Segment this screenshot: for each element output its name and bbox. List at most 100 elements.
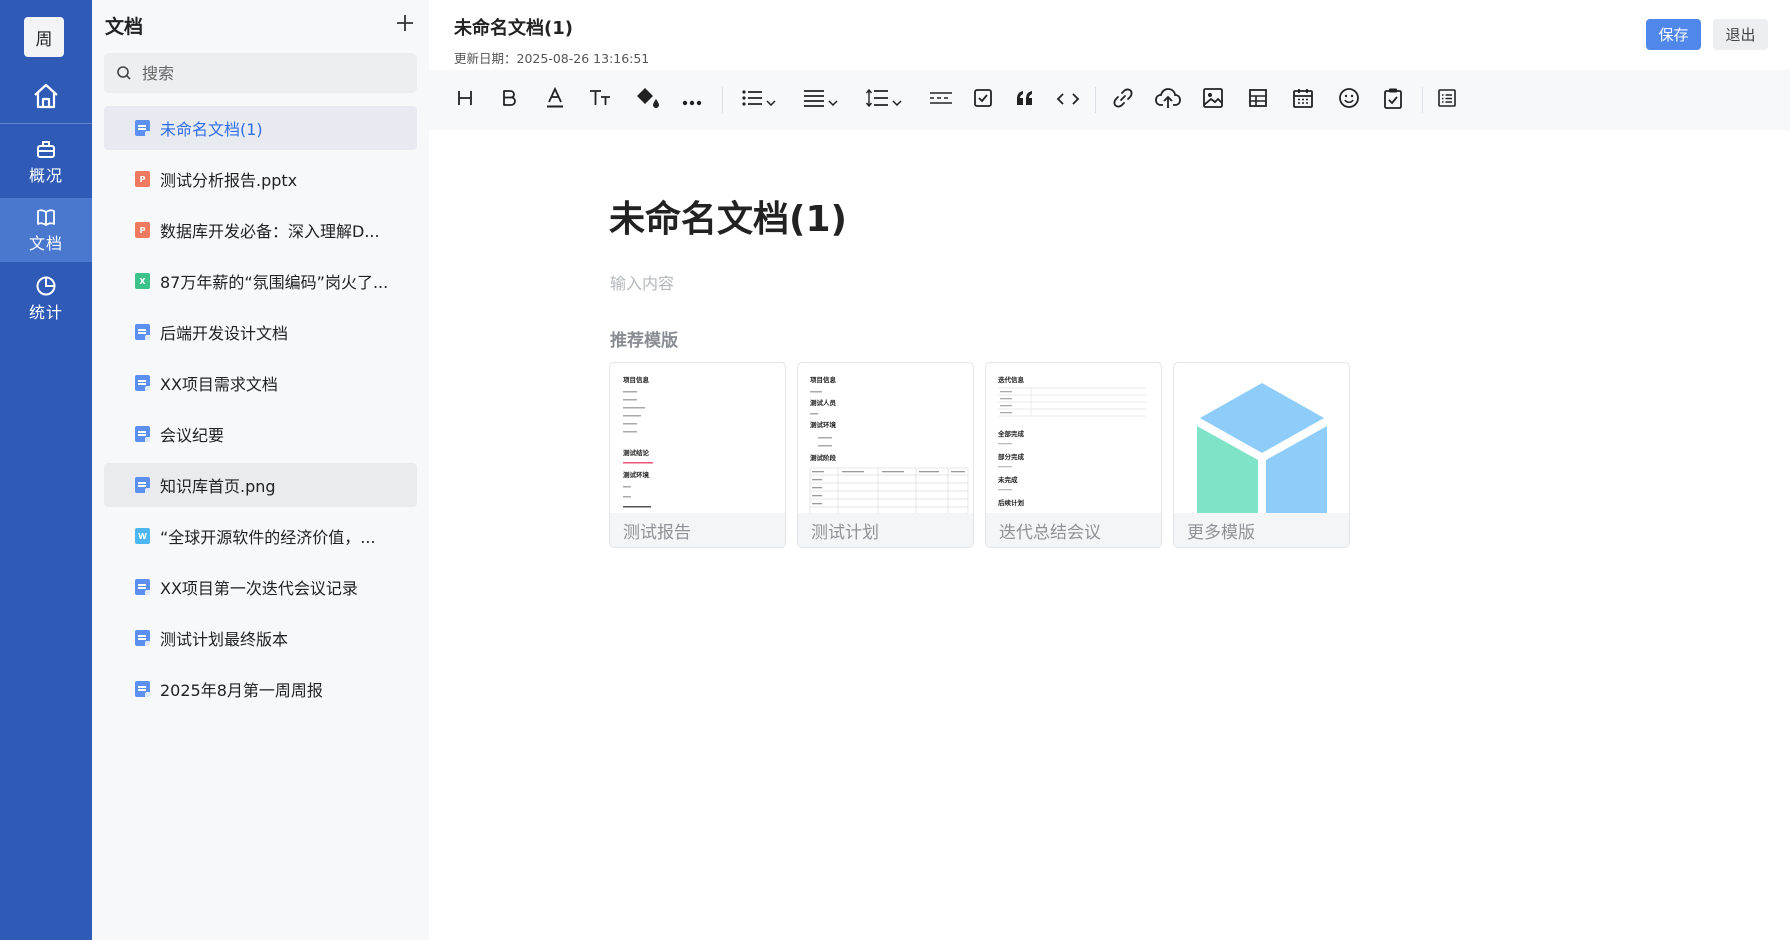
emoji-button[interactable] (1335, 84, 1363, 116)
doc-item[interactable]: XX项目第一次迭代会议记录 (104, 565, 417, 609)
divider-line-button[interactable] (927, 84, 955, 116)
svg-text:后续计划: 后续计划 (998, 498, 1025, 507)
rail-item-label: 概况 (28, 166, 63, 185)
toolbar-divider (1095, 87, 1096, 113)
bold-icon (499, 88, 519, 112)
bullet-list-icon (741, 88, 763, 112)
font-size-button[interactable] (585, 84, 615, 116)
doc-item[interactable]: 会议纪要 (104, 412, 417, 456)
doc-file-icon (135, 630, 150, 646)
editor-title[interactable]: 未命名文档(1) (609, 190, 847, 242)
rail-item-docs[interactable]: 文档 (0, 198, 92, 262)
svg-text:测试环境: 测试环境 (623, 470, 650, 479)
calendar-icon (1292, 87, 1314, 113)
template-name: 迭代总结会议 (986, 513, 1161, 547)
search-icon (116, 65, 132, 81)
pie-chart-icon (35, 275, 57, 297)
doc-item[interactable]: P 数据库开发必备：深入理解D... (104, 208, 417, 252)
bullet-list-button[interactable] (737, 84, 779, 116)
book-icon (35, 206, 57, 228)
table-button[interactable] (1244, 84, 1272, 116)
svg-text:项目信息: 项目信息 (810, 375, 837, 384)
doc-item[interactable]: 测试计划最终版本 (104, 616, 417, 660)
image-button[interactable] (1199, 84, 1227, 116)
rail-item-label: 统计 (28, 303, 63, 322)
checklist-button[interactable] (969, 84, 997, 116)
link-button[interactable] (1109, 84, 1137, 116)
more-icon (682, 91, 702, 110)
search-input[interactable] (142, 63, 402, 83)
chevron-down-icon (765, 91, 776, 110)
template-thumbnail: 项目信息 测试结论 测试环境 (623, 375, 653, 508)
svg-text:迭代信息: 迭代信息 (998, 375, 1025, 384)
rail-item-overview[interactable]: 概况 (0, 128, 92, 196)
doc-item[interactable]: 知识库首页.png (104, 463, 417, 507)
doc-item[interactable]: X 87万年薪的“氛围编码”岗火了... (104, 259, 417, 303)
doc-item[interactable]: 后端开发设计文档 (104, 310, 417, 354)
chevron-down-icon (891, 91, 902, 110)
content-placeholder[interactable]: 输入内容 (610, 270, 674, 294)
doc-item[interactable]: 2025年8月第一周周报 (104, 667, 417, 711)
briefcase-icon (35, 138, 57, 160)
doc-file-icon (135, 681, 150, 697)
doc-name: 测试计划最终版本 (160, 630, 289, 649)
doc-name: 会议纪要 (160, 426, 225, 445)
template-name: 测试报告 (610, 513, 785, 547)
align-button[interactable] (799, 84, 841, 116)
doc-file-icon (135, 120, 150, 136)
doc-name: “全球开源软件的经济价值，... (160, 528, 376, 547)
font-color-button[interactable] (541, 84, 569, 116)
code-button[interactable] (1053, 84, 1083, 116)
formatting-toolbar (429, 70, 1790, 130)
doc-name: XX项目第一次迭代会议记录 (160, 579, 358, 598)
quote-icon (1015, 90, 1035, 110)
save-button[interactable]: 保存 (1646, 19, 1701, 50)
outline-icon (1437, 88, 1457, 112)
doc-item[interactable]: W “全球开源软件的经济价值，... (104, 514, 417, 558)
doc-item[interactable]: 未命名文档(1) (104, 106, 417, 150)
doc-name: 87万年薪的“氛围编码”岗火了... (160, 273, 389, 292)
align-icon (803, 88, 825, 112)
doc-name: 2025年8月第一周周报 (160, 681, 323, 700)
emoji-icon (1338, 87, 1360, 113)
doc-file-icon (135, 426, 150, 442)
svg-text:测试阶段: 测试阶段 (810, 453, 837, 462)
doc-panel: 文档 未命名文档(1) P 测试分析报告.pptx P 数据库开发必备：深入理解D.… (92, 0, 429, 940)
doc-item[interactable]: XX项目需求文档 (104, 361, 417, 405)
heading-button[interactable] (451, 84, 479, 116)
template-card-more[interactable]: 更多模版 (1173, 362, 1350, 548)
doc-name: 知识库首页.png (160, 477, 276, 496)
bold-button[interactable] (495, 84, 523, 116)
date-button[interactable] (1289, 84, 1317, 116)
line-height-icon (865, 88, 889, 112)
line-height-button[interactable] (862, 84, 904, 116)
ppt-file-icon: P (135, 222, 150, 238)
template-card[interactable]: 迭代信息 全部完成 部分完成 未完成 后续计划 迭代总结会议 (985, 362, 1162, 548)
doc-file-icon (135, 375, 150, 391)
rail-item-home[interactable] (0, 70, 92, 122)
doc-item[interactable]: P 测试分析报告.pptx (104, 157, 417, 201)
fill-color-button[interactable] (631, 84, 663, 116)
template-card[interactable]: 项目信息 测试人员 测试环境 测试阶段 测试计划 (797, 362, 974, 548)
task-button[interactable] (1379, 84, 1407, 116)
svg-text:项目信息: 项目信息 (623, 375, 650, 384)
home-icon (31, 81, 61, 111)
doc-name: 数据库开发必备：深入理解D... (160, 222, 380, 241)
search-box[interactable] (104, 53, 417, 93)
upload-button[interactable] (1153, 84, 1183, 116)
rail-item-stats[interactable]: 统计 (0, 266, 92, 332)
add-doc-button[interactable] (392, 12, 418, 38)
avatar[interactable]: 周 (24, 17, 64, 57)
exit-button[interactable]: 退出 (1713, 19, 1768, 50)
template-card[interactable]: 项目信息 测试结论 测试环境 测试报告 (609, 362, 786, 548)
doc-list: 未命名文档(1) P 测试分析报告.pptx P 数据库开发必备：深入理解D... … (104, 106, 417, 718)
template-name: 更多模版 (1174, 513, 1349, 547)
excel-file-icon: X (135, 273, 150, 289)
outline-button[interactable] (1433, 84, 1461, 116)
quote-button[interactable] (1011, 84, 1039, 116)
plus-icon (395, 13, 415, 37)
templates-heading: 推荐模版 (610, 331, 678, 351)
panel-title: 文档 (105, 16, 144, 38)
more-button[interactable] (677, 84, 707, 116)
font-size-icon (588, 88, 612, 112)
